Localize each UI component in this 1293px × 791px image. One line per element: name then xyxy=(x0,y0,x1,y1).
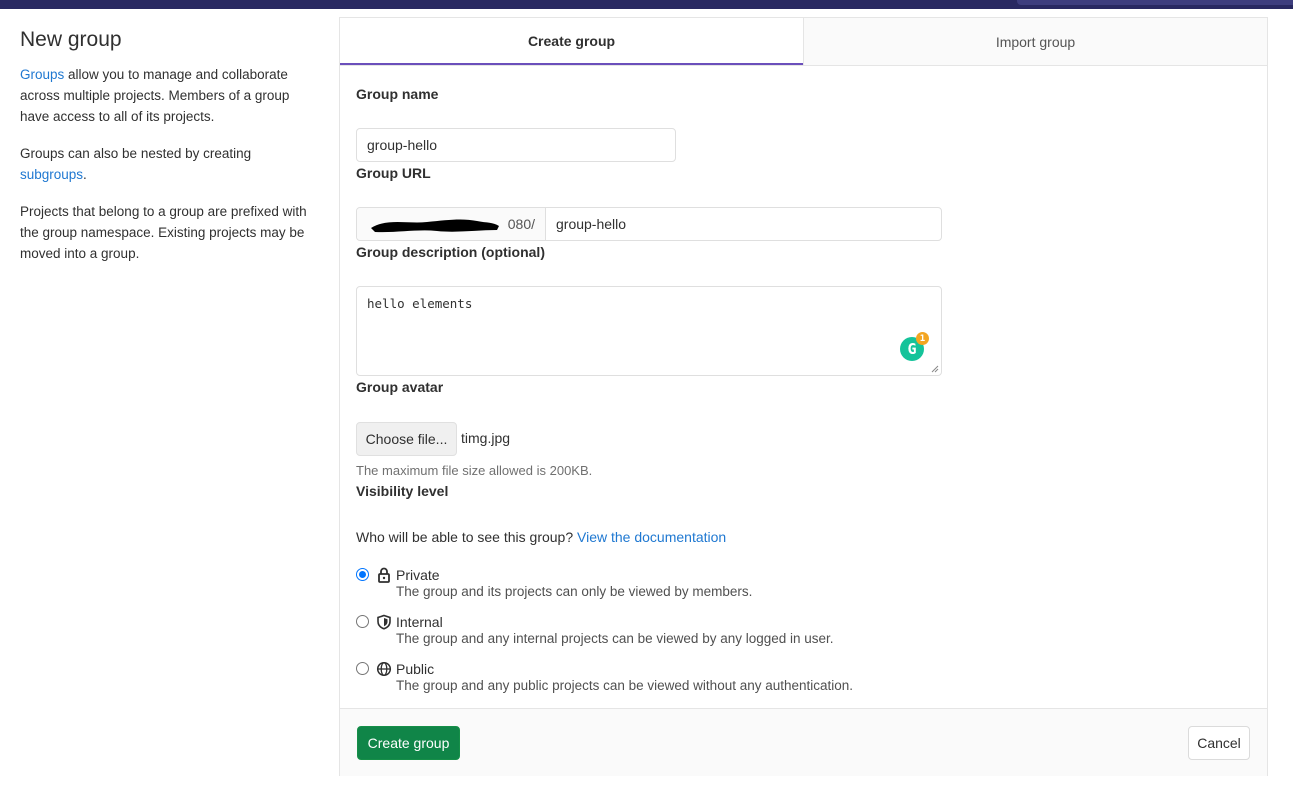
subgroups-info: Groups can also be nested by creating su… xyxy=(20,143,310,185)
shield-icon xyxy=(377,614,391,630)
sidebar-description: New group Groups allow you to manage and… xyxy=(20,28,310,280)
group-description-textarea[interactable]: hello elements G 1 xyxy=(356,286,942,376)
private-radio[interactable] xyxy=(356,568,369,581)
tab-create-group[interactable]: Create group xyxy=(340,18,803,65)
namespace-info: Projects that belong to a group are pref… xyxy=(20,204,307,261)
selected-file-name: timg.jpg xyxy=(461,430,511,446)
documentation-link[interactable]: View the documentation xyxy=(577,529,726,545)
form-actions: Create group Cancel xyxy=(340,708,1267,776)
public-radio[interactable] xyxy=(356,662,369,675)
group-url-field: 080/ group-hello xyxy=(356,207,942,241)
groups-intro: Groups allow you to manage and collabora… xyxy=(20,64,310,127)
description-text: hello elements xyxy=(367,296,473,311)
private-description: The group and its projects can only be v… xyxy=(396,584,753,599)
subgroups-info-text: Groups can also be nested by creating xyxy=(20,146,252,161)
url-prefix-text: 080/ xyxy=(507,216,535,232)
subgroups-info-end: . xyxy=(83,167,87,182)
cancel-button[interactable]: Cancel xyxy=(1188,726,1250,760)
internal-radio[interactable] xyxy=(356,615,369,628)
group-tabs: Create group Import group xyxy=(340,18,1267,66)
group-path-input[interactable]: group-hello xyxy=(546,208,941,240)
grammarly-letter: G xyxy=(907,340,917,358)
resize-grip-icon[interactable] xyxy=(931,365,939,373)
group-description-label: Group description (optional) xyxy=(356,244,545,260)
public-description: The group and any public projects can be… xyxy=(396,678,854,693)
grammarly-icon[interactable]: G 1 xyxy=(900,332,929,361)
groups-link[interactable]: Groups xyxy=(20,67,64,82)
group-name-input[interactable]: group-hello xyxy=(356,128,676,162)
redaction-mark xyxy=(371,219,499,233)
visibility-question-text: Who will be able to see this group? xyxy=(356,529,578,545)
group-name-label: Group name xyxy=(356,86,439,102)
navbar-search[interactable] xyxy=(1017,0,1293,5)
grammarly-count-badge: 1 xyxy=(916,332,929,345)
visibility-option-private[interactable]: Private The group and its projects can o… xyxy=(356,567,1056,607)
internal-description: The group and any internal projects can … xyxy=(396,631,834,646)
visibility-option-public[interactable]: Public The group and any public projects… xyxy=(356,661,1056,701)
visibility-question: Who will be able to see this group? View… xyxy=(356,529,726,545)
choose-file-button[interactable]: Choose file... xyxy=(356,422,457,456)
page-title: New group xyxy=(20,28,122,51)
internal-title: Internal xyxy=(396,614,443,630)
subgroups-link[interactable]: subgroups xyxy=(20,167,83,182)
group-url-label: Group URL xyxy=(356,165,431,181)
group-avatar-label: Group avatar xyxy=(356,379,444,395)
create-group-button[interactable]: Create group xyxy=(357,726,460,760)
tab-import-group[interactable]: Import group xyxy=(803,18,1267,65)
url-prefix: 080/ xyxy=(357,208,546,240)
globe-icon xyxy=(376,661,392,677)
private-title: Private xyxy=(396,567,440,583)
visibility-option-internal[interactable]: Internal The group and any internal proj… xyxy=(356,614,1056,654)
new-group-panel: Create group Import group Group name gro… xyxy=(339,17,1268,776)
avatar-size-help: The maximum file size allowed is 200KB. xyxy=(356,463,593,478)
visibility-label: Visibility level xyxy=(356,483,449,499)
top-navbar xyxy=(0,0,1293,9)
public-title: Public xyxy=(396,661,435,677)
lock-icon xyxy=(378,567,390,583)
